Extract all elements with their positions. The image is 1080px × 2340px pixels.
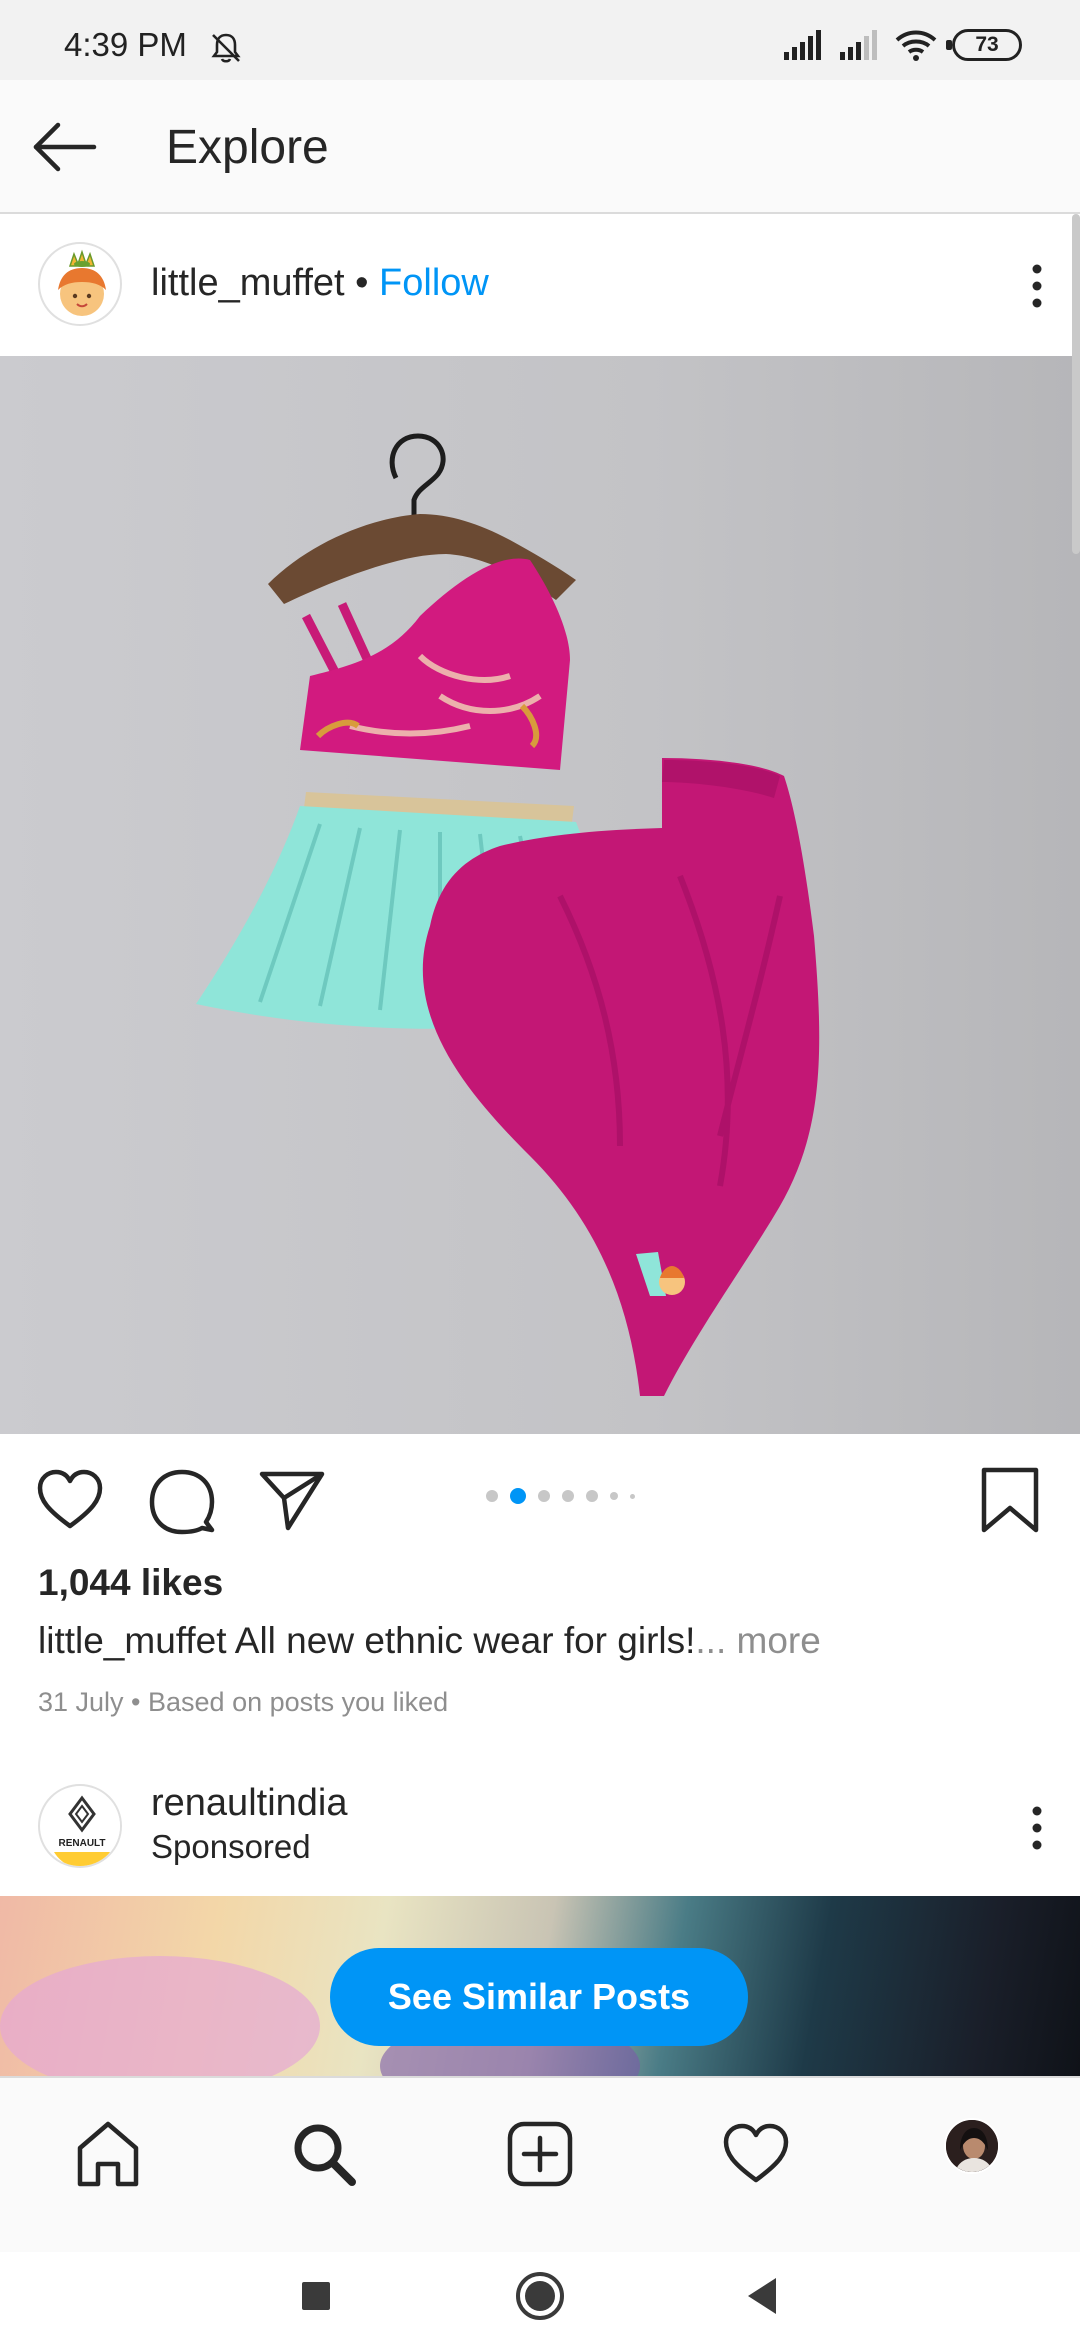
bell-off-icon <box>211 33 241 63</box>
carousel-dot <box>610 1492 618 1500</box>
caption-more-link[interactable]: ... more <box>695 1620 820 1661</box>
renault-wordmark: RENAULT <box>58 1838 105 1849</box>
see-similar-posts-button[interactable]: See Similar Posts <box>330 1948 748 2046</box>
carousel-dot-active <box>510 1488 526 1504</box>
battery-icon: 73 <box>946 29 1022 61</box>
more-options-icon[interactable] <box>1022 1798 1052 1858</box>
post-header: little_muffet • Follow <box>0 216 1080 356</box>
system-navigation-bar <box>0 2252 1080 2340</box>
cell-signal-icon <box>784 30 821 60</box>
likes-count[interactable]: 1,044 likes <box>38 1562 223 1604</box>
share-send-icon[interactable] <box>256 1464 328 1536</box>
carousel-dot <box>586 1490 598 1502</box>
status-time: 4:39 PM <box>64 26 187 63</box>
post-user-line: little_muffet • Follow <box>151 262 489 305</box>
ethnic-wear-outfit-image <box>196 433 820 1396</box>
activity-heart-icon[interactable] <box>720 2118 792 2190</box>
carousel-dot <box>538 1490 550 1502</box>
status-bar: 4:39 PM 73 <box>0 0 1080 80</box>
carousel-indicator <box>486 1488 635 1504</box>
sponsor-username[interactable]: renaultindia <box>151 1782 347 1825</box>
arrow-left-icon[interactable] <box>28 115 100 179</box>
home-circle-icon[interactable] <box>512 2268 568 2324</box>
carousel-dot <box>486 1490 498 1502</box>
ad-image-region <box>0 1956 320 2076</box>
sponsor-avatar[interactable]: RENAULT <box>38 1784 122 1868</box>
post-author-avatar[interactable] <box>38 242 122 326</box>
comment-icon[interactable] <box>146 1464 218 1536</box>
post-meta: 31 July • Based on posts you liked <box>38 1687 449 1717</box>
page-title: Explore <box>166 121 329 174</box>
app-header: Explore <box>0 80 1080 214</box>
post-caption: little_muffet All new ethnic wear for gi… <box>38 1620 821 1662</box>
bottom-navigation <box>0 2076 1080 2252</box>
sponsored-label: Sponsored <box>151 1828 311 1865</box>
profile-photo <box>946 2120 998 2172</box>
caption-username[interactable]: little_muffet <box>38 1620 227 1661</box>
carousel-dot <box>630 1493 635 1499</box>
add-post-icon[interactable] <box>504 2118 576 2190</box>
profile-avatar[interactable] <box>944 2118 1000 2174</box>
home-icon[interactable] <box>72 2118 144 2190</box>
follow-button[interactable]: Follow <box>379 262 489 304</box>
post-username[interactable]: little_muffet <box>151 262 345 304</box>
back-triangle-icon[interactable] <box>736 2268 792 2324</box>
renault-logo-icon: RENAULT <box>42 1788 120 1866</box>
save-bookmark-icon[interactable] <box>974 1464 1046 1536</box>
little-muffet-logo-icon <box>58 249 106 316</box>
more-options-icon[interactable] <box>1022 256 1052 316</box>
caption-text: All new ethnic wear for girls! <box>226 1620 696 1661</box>
status-icons: 73 <box>782 28 1022 62</box>
scrollbar[interactable] <box>1072 214 1080 554</box>
like-heart-icon[interactable] <box>34 1464 106 1536</box>
wifi-icon <box>895 30 937 61</box>
post-image[interactable] <box>0 356 1080 1434</box>
carousel-dot <box>562 1490 574 1502</box>
sponsored-post-header: RENAULT renaultindia Sponsored <box>0 1768 1080 1898</box>
search-icon[interactable] <box>288 2118 360 2190</box>
battery-level: 73 <box>975 33 999 56</box>
recents-square-icon[interactable] <box>288 2268 344 2324</box>
cell-signal-icon <box>840 30 877 60</box>
separator-dot: • <box>344 262 380 304</box>
